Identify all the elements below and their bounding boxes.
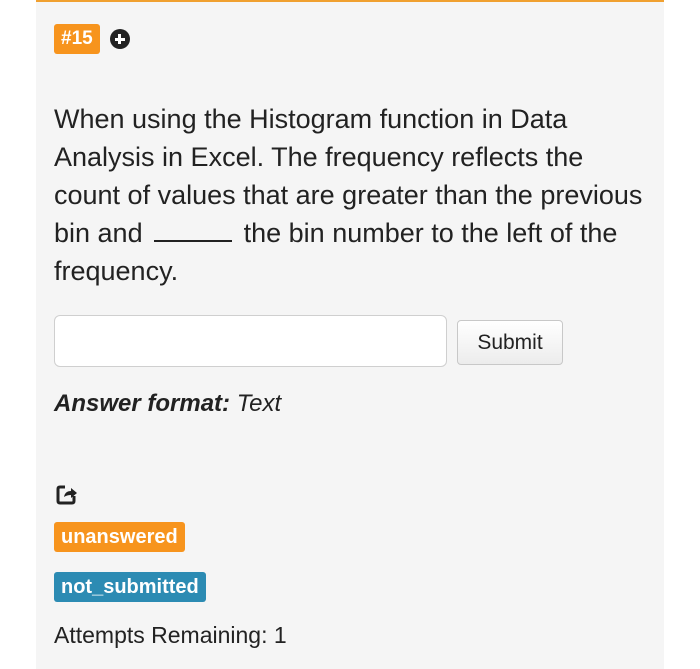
fill-in-blank	[154, 216, 233, 242]
attempts-remaining: Attempts Remaining: 1	[54, 622, 287, 648]
answer-format-label: Answer format:	[54, 390, 231, 417]
status-badge-unanswered: unanswered	[54, 522, 185, 552]
plus-circle-icon[interactable]	[109, 29, 130, 49]
answer-format: Answer format: Text	[54, 390, 281, 418]
submit-button[interactable]: Submit	[457, 320, 563, 365]
status-badge-not-submitted: not_submitted	[54, 572, 206, 602]
question-header: #15	[54, 24, 130, 54]
question-text: When using the Histogram function in Dat…	[54, 100, 654, 290]
question-panel: #15 When using the Histogram function in…	[36, 0, 664, 669]
answer-format-value: Text	[236, 390, 282, 417]
question-number-badge: #15	[54, 24, 100, 54]
share-icon[interactable]	[56, 483, 78, 505]
answer-input[interactable]	[54, 315, 447, 367]
